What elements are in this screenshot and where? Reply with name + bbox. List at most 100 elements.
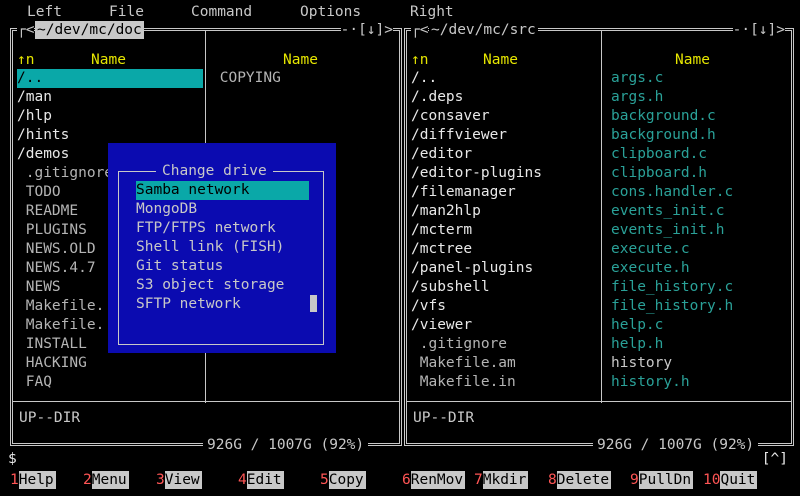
command-history-button[interactable]: [^] (762, 450, 788, 468)
directory-entry[interactable]: /man (17, 88, 203, 107)
directory-entry[interactable]: /filemanager (411, 183, 599, 202)
fkey-label: RenMov (410, 471, 466, 489)
menu-command[interactable]: Command (191, 4, 252, 20)
menu-options[interactable]: Options (300, 4, 361, 20)
disk-usage: 926G / 1007G (92%) (203, 436, 369, 454)
directory-entry[interactable]: /mctree (411, 240, 599, 259)
fkey-number: 4 (238, 472, 247, 488)
directory-entry[interactable]: /editor-plugins (411, 164, 599, 183)
file-entry[interactable]: execute.h (611, 259, 791, 278)
fkey-number: 8 (548, 472, 557, 488)
left-panel-path[interactable]: ~/dev/mc/doc (35, 21, 144, 39)
file-entry[interactable]: background.c (611, 107, 791, 126)
directory-entry[interactable]: /vfs (411, 297, 599, 316)
directory-entry[interactable]: /viewer (411, 316, 599, 335)
midnight-commander-screen: Left File Command Options Right ┌< ~/dev… (0, 0, 800, 496)
file-entry[interactable]: .gitignore (411, 335, 599, 354)
drive-option[interactable]: SFTP network (136, 295, 309, 314)
directory-entry[interactable]: /.deps (411, 88, 599, 107)
file-entry[interactable]: Makefile.in (411, 373, 599, 392)
command-prompt[interactable]: $ (8, 450, 17, 468)
file-entry[interactable]: events_init.c (611, 202, 791, 221)
fkey-mkdir[interactable]: 7Mkdir (474, 471, 529, 489)
fkey-number: 6 (402, 472, 411, 488)
directory-entry[interactable]: /.. (17, 69, 203, 88)
file-entry[interactable]: file_history.h (611, 297, 791, 316)
fkey-number: 3 (156, 472, 165, 488)
sort-indicator[interactable]: ↑n (17, 51, 34, 69)
fkey-number: 9 (630, 472, 639, 488)
menu-right[interactable]: Right (410, 4, 454, 20)
menu-file[interactable]: File (109, 4, 144, 20)
column-header-name[interactable]: Name (483, 51, 518, 69)
file-entry[interactable]: args.c (611, 69, 791, 88)
fkey-label: Menu (91, 471, 129, 489)
file-entry[interactable]: Makefile.am (411, 354, 599, 373)
left-panel-controls[interactable]: -·[↓]> (340, 21, 393, 39)
file-entry[interactable]: HACKING (17, 354, 203, 373)
file-entry[interactable]: help.c (611, 316, 791, 335)
directory-entry[interactable]: /subshell (411, 278, 599, 297)
fkey-edit[interactable]: 4Edit (238, 471, 284, 489)
fkey-pulldn[interactable]: 9PullDn (630, 471, 694, 489)
right-panel-controls[interactable]: -·[↓]> (732, 21, 785, 39)
fkey-quit[interactable]: 10Quit (703, 471, 758, 489)
file-entry[interactable]: events_init.h (611, 221, 791, 240)
file-entry[interactable]: execute.c (611, 240, 791, 259)
fkey-label: Copy (328, 471, 366, 489)
fkey-label: View (164, 471, 202, 489)
fkey-delete[interactable]: 8Delete (548, 471, 612, 489)
drive-option[interactable]: Shell link (FISH) (136, 238, 309, 257)
mini-status: UP--DIR (19, 410, 81, 426)
directory-entry[interactable]: /mcterm (411, 221, 599, 240)
file-list: args.c args.h background.c background.h clip… (611, 69, 791, 392)
right-panel[interactable]: ┌< ~/dev/mc/src -·[↓]> ↑n Name Name /.. /… (404, 21, 794, 454)
column-header-name[interactable]: Name (91, 51, 126, 69)
directory-entry[interactable]: /diffviewer (411, 126, 599, 145)
fkey-view[interactable]: 3View (156, 471, 202, 489)
column-header-name[interactable]: Name (283, 51, 318, 69)
fkey-number: 5 (320, 472, 329, 488)
file-entry[interactable]: history.h (611, 373, 791, 392)
directory-entry[interactable]: /hlp (17, 107, 203, 126)
directory-entry[interactable]: /panel-plugins (411, 259, 599, 278)
column-header-name[interactable]: Name (675, 51, 710, 69)
fkey-label: Help (18, 471, 56, 489)
sort-indicator[interactable]: ↑n (411, 51, 428, 69)
file-entry[interactable]: FAQ (17, 373, 203, 392)
fkey-renmov[interactable]: 6RenMov (402, 471, 466, 489)
file-entry[interactable]: file_history.c (611, 278, 791, 297)
file-list: COPYING (211, 69, 397, 88)
scrollbar-thumb[interactable] (310, 295, 317, 312)
menu-left[interactable]: Left (27, 4, 62, 20)
file-entry[interactable]: COPYING (211, 69, 397, 88)
panel-left-corner: ┌< (411, 21, 429, 39)
file-entry[interactable]: clipboard.c (611, 145, 791, 164)
fkey-label: Mkdir (482, 471, 529, 489)
directory-entry[interactable]: /editor (411, 145, 599, 164)
directory-entry[interactable]: /consaver (411, 107, 599, 126)
drive-option[interactable]: S3 object storage (136, 276, 309, 295)
fkey-copy[interactable]: 5Copy (320, 471, 366, 489)
file-entry[interactable]: history (611, 354, 791, 373)
fkey-menu[interactable]: 2Menu (83, 471, 129, 489)
file-entry[interactable]: cons.handler.c (611, 183, 791, 202)
drive-option[interactable]: Samba network (136, 181, 309, 200)
fkey-help[interactable]: 1Help (10, 471, 56, 489)
function-key-bar: 1Help 2Menu 3View 4Edit 5Copy 6RenMov 7Mkdir 8D… (0, 469, 800, 491)
drive-option[interactable]: Git status (136, 257, 309, 276)
fkey-label: PullDn (638, 471, 694, 489)
file-entry[interactable]: clipboard.h (611, 164, 791, 183)
file-entry[interactable]: help.h (611, 335, 791, 354)
file-entry[interactable]: args.h (611, 88, 791, 107)
directory-entry[interactable]: /man2hlp (411, 202, 599, 221)
disk-usage: 926G / 1007G (92%) (593, 436, 759, 454)
fkey-number: 7 (474, 472, 483, 488)
directory-entry[interactable]: /.. (411, 69, 599, 88)
right-panel-path[interactable]: ~/dev/mc/src (429, 21, 538, 39)
drive-option[interactable]: MongoDB (136, 200, 309, 219)
fkey-label: Quit (720, 471, 758, 489)
drive-option[interactable]: FTP/FTPS network (136, 219, 309, 238)
file-entry[interactable]: background.h (611, 126, 791, 145)
fkey-label: Edit (246, 471, 284, 489)
